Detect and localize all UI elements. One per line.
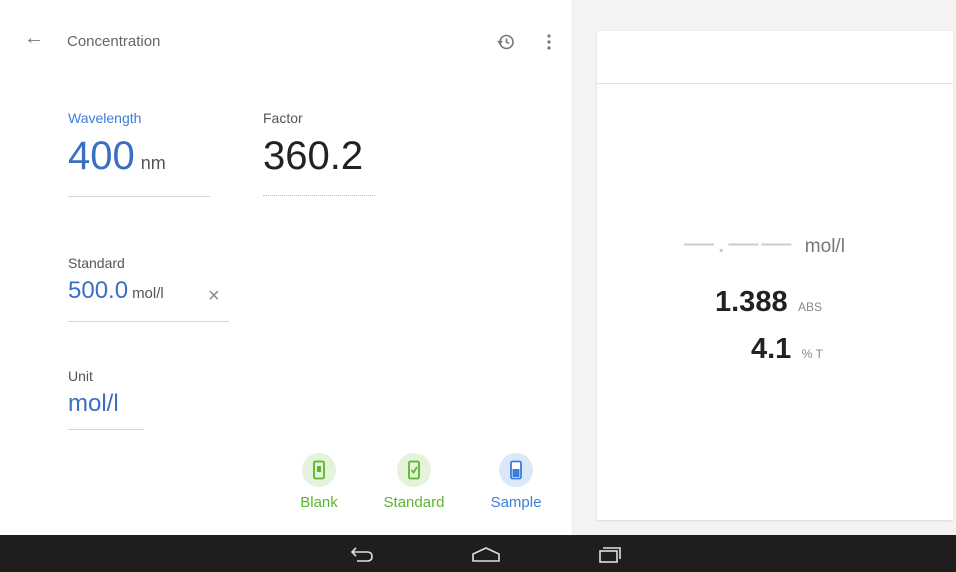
results-card (597, 31, 953, 520)
factor-label: Factor (263, 110, 303, 126)
concentration-unit: mol/l (804, 236, 845, 257)
standard-unit: mol/l (132, 285, 164, 302)
unit-field[interactable]: Unit mol/l (68, 368, 119, 418)
standard-action-label: Standard (383, 494, 445, 511)
page-title: Concentration (67, 33, 161, 50)
results-card-header (597, 31, 953, 84)
blank-button[interactable]: Blank (279, 453, 359, 511)
wavelength-underline (68, 196, 210, 197)
standard-label: Standard (68, 255, 125, 271)
back-arrow-icon[interactable]: ← (24, 28, 44, 48)
sample-button[interactable]: Sample (476, 453, 556, 511)
unit-label: Unit (68, 368, 93, 384)
more-vertical-icon[interactable] (544, 32, 554, 52)
factor-field[interactable]: Factor 360.2 (263, 110, 363, 179)
sample-label: Sample (490, 494, 542, 511)
transmittance-value: 4.1 (751, 333, 792, 365)
system-navigation-bar (0, 535, 956, 572)
wavelength-field[interactable]: Wavelength 400 nm (68, 110, 166, 179)
blank-label: Blank (300, 494, 338, 511)
cuvette-sample-icon (499, 453, 533, 487)
transmittance-reading: 4.1 % T (751, 333, 823, 366)
factor-underline (263, 195, 375, 196)
standard-field[interactable]: Standard 500.0 mol/l (68, 255, 164, 305)
cuvette-check-icon (397, 453, 431, 487)
standard-value: 500.0 (68, 277, 129, 304)
nav-home-icon[interactable] (471, 544, 501, 564)
clear-standard-icon[interactable]: × (208, 285, 220, 308)
concentration-value: —.—— (684, 226, 795, 259)
history-icon[interactable] (496, 32, 516, 52)
wavelength-unit: nm (140, 153, 166, 173)
wavelength-label: Wavelength (68, 110, 142, 126)
absorbance-reading: 1.388 ABS (715, 286, 822, 319)
standard-button[interactable]: Standard (374, 453, 454, 511)
unit-value: mol/l (68, 390, 119, 417)
absorbance-unit: ABS (798, 300, 823, 314)
unit-underline (68, 429, 144, 430)
absorbance-value: 1.388 (715, 286, 788, 318)
wavelength-value: 400 (68, 134, 135, 178)
cuvette-blank-icon (302, 453, 336, 487)
concentration-reading: —.—— mol/l (684, 226, 845, 260)
standard-underline (68, 321, 229, 322)
factor-value: 360.2 (263, 134, 364, 178)
nav-back-icon[interactable] (349, 544, 375, 564)
nav-recents-icon[interactable] (595, 544, 621, 564)
transmittance-unit: % T (801, 347, 823, 361)
